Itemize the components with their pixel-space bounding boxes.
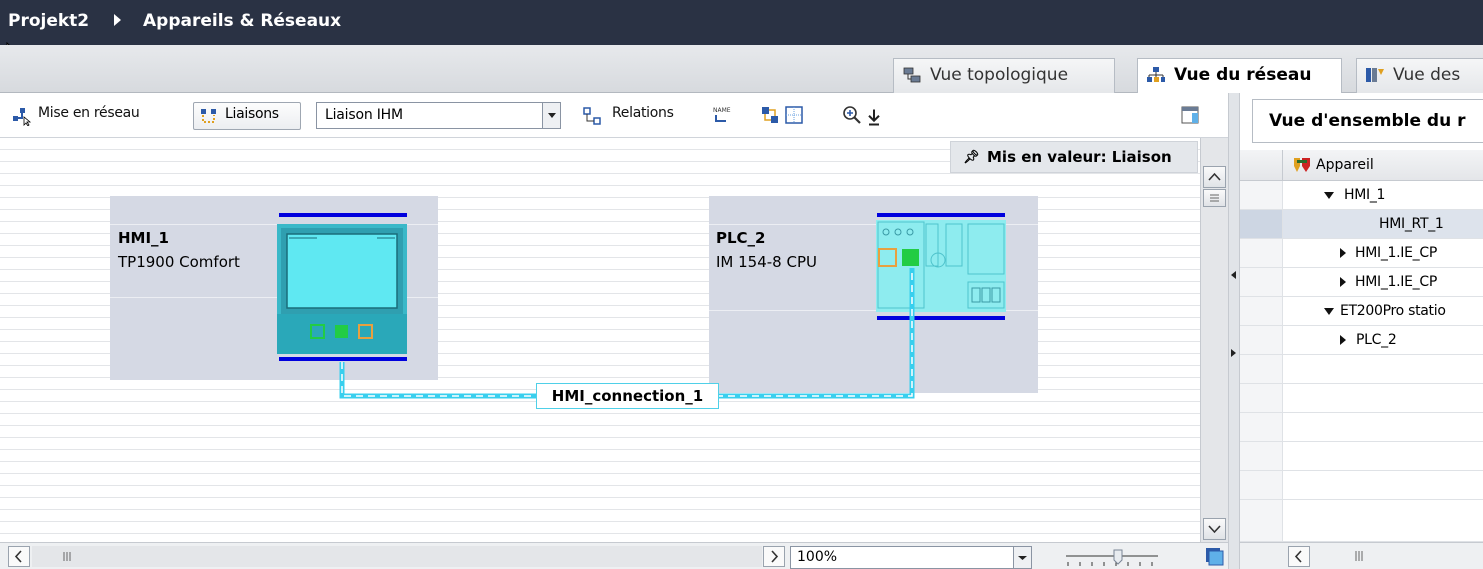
- chevron-down-icon: [1018, 556, 1027, 560]
- collapsed-caret-icon[interactable]: [1340, 335, 1346, 345]
- chevron-left-icon: [14, 550, 22, 563]
- tree-row[interactable]: HMI_1: [1240, 181, 1483, 210]
- tree-row-label: HMI_1.IE_CP: [1355, 245, 1437, 261]
- chevron-down-icon: [1208, 525, 1221, 534]
- overview-table-header: Appareil: [1240, 150, 1483, 181]
- row-select-cell: [1240, 413, 1283, 441]
- row-select-cell: [1240, 500, 1283, 541]
- scroll-left-button[interactable]: [8, 546, 30, 567]
- header-select-cell[interactable]: [1240, 150, 1283, 181]
- dropdown-arrow-icon[interactable]: [1013, 547, 1031, 568]
- scroll-handle[interactable]: [1203, 189, 1226, 207]
- tab-network-overview[interactable]: Vue d'ensemble du r: [1252, 99, 1483, 143]
- network-overview-panel: Vue d'ensemble du r Appareil HMI_1 HMI_R…: [1240, 93, 1483, 569]
- panel-splitter[interactable]: [1228, 93, 1240, 569]
- tree-row-empty: [1240, 471, 1483, 500]
- row-select-cell: [1240, 239, 1283, 267]
- device-view-icon: [1366, 68, 1384, 82]
- row-select-cell: [1240, 442, 1283, 470]
- chevron-left-icon: [1294, 550, 1302, 563]
- row-select-cell: [1240, 326, 1283, 354]
- navigation-icon[interactable]: [1204, 546, 1224, 566]
- row-select-cell: [1240, 384, 1283, 412]
- tree-row-empty: [1240, 384, 1483, 413]
- canvas-vertical-scrollbar[interactable]: [1200, 138, 1228, 542]
- zoom-slider[interactable]: [1062, 546, 1162, 568]
- device-filter-icon: [1294, 158, 1310, 172]
- grip-icon[interactable]: [60, 550, 74, 563]
- scroll-left-button[interactable]: [1288, 546, 1310, 567]
- tree-row-label: HMI_1: [1344, 187, 1386, 203]
- zoom-value: 100%: [797, 549, 838, 565]
- tree-row[interactable]: ET200Pro statio: [1240, 297, 1483, 326]
- row-select-cell: [1240, 297, 1283, 325]
- connection-line[interactable]: [0, 0, 1200, 569]
- grip-icon[interactable]: [1352, 550, 1366, 563]
- column-header-device[interactable]: Appareil: [1316, 157, 1374, 173]
- tree-row-empty: [1240, 355, 1483, 384]
- tree-row[interactable]: HMI_1.IE_CP: [1240, 239, 1483, 268]
- connection-label[interactable]: HMI_connection_1: [536, 383, 719, 409]
- row-select-cell: [1240, 355, 1283, 383]
- scroll-down-button[interactable]: [1203, 518, 1226, 540]
- tree-row-empty: [1240, 500, 1483, 542]
- row-select-cell: [1240, 471, 1283, 499]
- tab-device-view-label: Vue des: [1393, 65, 1461, 85]
- expand-caret-icon[interactable]: [1324, 192, 1334, 199]
- chevron-right-icon: [771, 550, 779, 563]
- zoom-select[interactable]: 100%: [790, 546, 1032, 569]
- chevron-up-icon: [1208, 172, 1221, 181]
- expand-right-icon[interactable]: [1230, 348, 1238, 358]
- tree-row-empty: [1240, 442, 1483, 471]
- collapsed-caret-icon[interactable]: [1340, 277, 1346, 287]
- tree-row-label: HMI_1.IE_CP: [1355, 274, 1437, 290]
- collapsed-caret-icon[interactable]: [1340, 248, 1346, 258]
- row-select-cell: [1240, 210, 1283, 238]
- grip-icon: [1210, 194, 1219, 202]
- tree-row[interactable]: PLC_2: [1240, 326, 1483, 355]
- canvas-bottom-bar: 100%: [0, 542, 1228, 569]
- tree-row-empty: [1240, 413, 1483, 442]
- tree-row[interactable]: HMI_1.IE_CP: [1240, 268, 1483, 297]
- scroll-up-button[interactable]: [1203, 166, 1226, 188]
- scroll-right-button[interactable]: [763, 546, 785, 567]
- row-select-cell: [1240, 181, 1283, 209]
- tab-device-view[interactable]: Vue des: [1356, 58, 1483, 93]
- overview-bottom-bar: [1240, 542, 1483, 569]
- collapse-left-icon[interactable]: [1230, 270, 1238, 280]
- horizontal-scroll-track[interactable]: [32, 546, 762, 567]
- tree-row-label: ET200Pro statio: [1340, 303, 1446, 319]
- row-select-cell: [1240, 268, 1283, 296]
- tree-row-selected[interactable]: HMI_RT_1: [1240, 210, 1483, 239]
- tree-row-label: HMI_RT_1: [1379, 216, 1444, 232]
- expand-caret-icon[interactable]: [1324, 308, 1334, 315]
- tree-row-label: PLC_2: [1356, 332, 1397, 348]
